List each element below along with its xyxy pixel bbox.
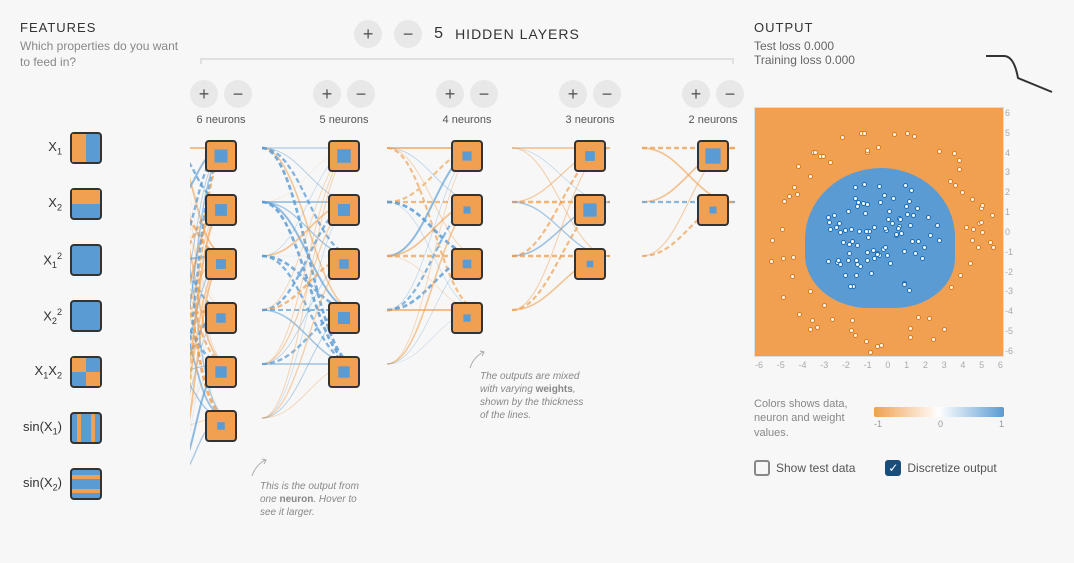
hidden-neuron[interactable]	[451, 302, 483, 334]
axis-y: 6543210-1-2-3-4-5-6	[1005, 108, 1017, 356]
feature-neuron[interactable]	[70, 300, 102, 332]
layers-count: 5	[434, 25, 443, 43]
feature-neuron[interactable]	[70, 468, 102, 500]
feature-x2[interactable]: X2	[20, 186, 180, 222]
layer-label: 6 neurons	[197, 114, 246, 126]
train-loss-label: Training loss	[754, 53, 822, 67]
remove-layer-button[interactable]: −	[394, 20, 422, 48]
hidden-neuron[interactable]	[697, 140, 729, 172]
feature-sinx1[interactable]: sin(X1)	[20, 410, 180, 446]
hidden-neuron[interactable]	[205, 410, 237, 442]
feature-label: sin(X1)	[20, 419, 70, 437]
feature-label: X12	[20, 251, 70, 270]
features-title: FEATURES	[20, 20, 180, 35]
add-layer-button[interactable]: +	[354, 20, 382, 48]
add-neuron-button[interactable]: +	[559, 80, 587, 108]
hidden-neuron[interactable]	[451, 248, 483, 280]
legend-text: Colors shows data, neuron and weight val…	[754, 397, 854, 440]
test-loss-value: 0.000	[804, 39, 834, 53]
feature-label: X1X2	[20, 363, 70, 381]
add-neuron-button[interactable]: +	[436, 80, 464, 108]
hidden-neuron[interactable]	[697, 194, 729, 226]
layer-label: 4 neurons	[443, 114, 492, 126]
remove-neuron-button[interactable]: −	[470, 80, 498, 108]
checkbox-icon: ✓	[885, 460, 901, 476]
train-loss-value: 0.000	[825, 53, 855, 67]
layer-column: +− 6 neurons	[190, 80, 252, 442]
hidden-neuron[interactable]	[205, 140, 237, 172]
layer-column: +− 2 neurons	[682, 80, 744, 442]
checkbox-icon	[754, 460, 770, 476]
feature-label: X22	[20, 307, 70, 326]
annotation-weights: The outputs are mixed with varying weigh…	[480, 370, 590, 422]
feature-neuron[interactable]	[70, 132, 102, 164]
feature-x1x2[interactable]: X1X2	[20, 354, 180, 390]
add-neuron-button[interactable]: +	[313, 80, 341, 108]
feature-neuron[interactable]	[70, 412, 102, 444]
add-neuron-button[interactable]: +	[190, 80, 218, 108]
feature-neuron[interactable]	[70, 356, 102, 388]
hidden-neuron[interactable]	[328, 356, 360, 388]
layer-column: +− 5 neurons	[313, 80, 375, 442]
hidden-neuron[interactable]	[574, 194, 606, 226]
layer-label: 2 neurons	[689, 114, 738, 126]
feature-label: X2	[20, 195, 70, 213]
hidden-neuron[interactable]	[328, 140, 360, 172]
color-gradient	[874, 407, 1004, 417]
feature-label: sin(X2)	[20, 475, 70, 493]
gradient-labels: -101	[874, 419, 1004, 429]
feature-x1sq[interactable]: X12	[20, 242, 180, 278]
remove-neuron-button[interactable]: −	[347, 80, 375, 108]
layer-label: 3 neurons	[566, 114, 615, 126]
hidden-neuron[interactable]	[574, 140, 606, 172]
loss-chart	[984, 50, 1054, 95]
hidden-neuron[interactable]	[328, 194, 360, 226]
hidden-neuron[interactable]	[451, 194, 483, 226]
hidden-neuron[interactable]	[205, 248, 237, 280]
feature-x1[interactable]: X1	[20, 130, 180, 166]
feature-sinx2[interactable]: sin(X2)	[20, 466, 180, 502]
features-list: X1 X2 X12 X22 X1X2 sin(X1) sin(X2)	[20, 130, 180, 502]
feature-label: X1	[20, 139, 70, 157]
output-plot[interactable]: 6543210-1-2-3-4-5-6 -6-5-4-3-2-10123456	[754, 107, 1004, 357]
hidden-neuron[interactable]	[451, 140, 483, 172]
hidden-neuron[interactable]	[328, 248, 360, 280]
features-subtitle: Which properties do you want to feed in?	[20, 39, 180, 70]
hidden-neuron[interactable]	[205, 302, 237, 334]
layer-label: 5 neurons	[320, 114, 369, 126]
checkbox-show-test[interactable]: Show test data	[754, 460, 855, 476]
hidden-neuron[interactable]	[205, 194, 237, 226]
feature-x2sq[interactable]: X22	[20, 298, 180, 334]
annotation-neuron: This is the output from one neuron. Hove…	[260, 480, 370, 519]
remove-neuron-button[interactable]: −	[716, 80, 744, 108]
axis-x: -6-5-4-3-2-10123456	[755, 360, 1003, 370]
hidden-neuron[interactable]	[205, 356, 237, 388]
layers-title: HIDDEN LAYERS	[455, 26, 580, 42]
add-neuron-button[interactable]: +	[682, 80, 710, 108]
feature-neuron[interactable]	[70, 244, 102, 276]
checkbox-discretize[interactable]: ✓Discretize output	[885, 460, 996, 476]
feature-neuron[interactable]	[70, 188, 102, 220]
remove-neuron-button[interactable]: −	[224, 80, 252, 108]
hidden-neuron[interactable]	[574, 248, 606, 280]
test-loss-label: Test loss	[754, 39, 801, 53]
hidden-neuron[interactable]	[328, 302, 360, 334]
remove-neuron-button[interactable]: −	[593, 80, 621, 108]
layers-bracket	[200, 58, 734, 60]
output-title: OUTPUT	[754, 20, 1054, 35]
